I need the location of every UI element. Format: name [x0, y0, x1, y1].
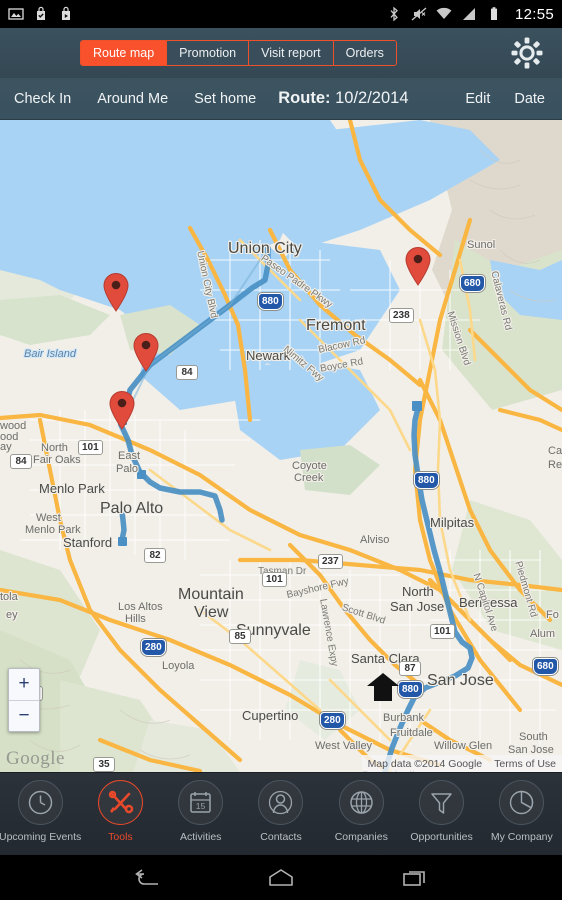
back-button[interactable] — [130, 865, 164, 891]
svg-text:15: 15 — [196, 801, 206, 811]
tab-orders[interactable]: Orders — [333, 41, 396, 65]
app-root: 12:55 Route map Promotion Visit report O… — [0, 0, 562, 900]
mute-icon — [411, 7, 427, 21]
piechart-icon — [510, 790, 534, 815]
edit-button[interactable]: Edit — [465, 91, 490, 107]
tab-route-map[interactable]: Route map — [81, 41, 168, 65]
highway-shield: 84 — [176, 365, 198, 380]
highway-shield: 880 — [414, 472, 439, 489]
google-watermark: Google — [6, 748, 65, 769]
globe-icon — [350, 791, 373, 814]
nav-icon-wrapper — [97, 780, 143, 825]
checkbox-bag-icon — [37, 6, 45, 20]
nav-item-upcoming-events[interactable]: Upcoming Events — [0, 780, 82, 843]
nav-icon-wrapper: 15 — [178, 780, 224, 825]
nav-item-contacts[interactable]: Contacts — [242, 780, 320, 843]
home-button[interactable] — [264, 865, 298, 891]
map-zoom-controls[interactable]: + − — [8, 668, 40, 732]
wifi-icon — [436, 7, 452, 19]
highway-shield: 680 — [533, 658, 558, 675]
nav-label: Activities — [179, 831, 222, 843]
action-bar: Check In Around Me Set home Route: 10/2/… — [0, 78, 562, 120]
highway-shield: 35 — [93, 757, 115, 772]
nav-icon-wrapper — [258, 780, 304, 825]
nav-label: Tools — [108, 831, 133, 843]
zoom-in-button[interactable]: + — [9, 669, 39, 701]
route-stop-pin-1[interactable] — [102, 272, 130, 312]
back-icon — [135, 868, 158, 885]
highway-shield: 280 — [320, 712, 345, 729]
recents-icon — [403, 870, 425, 886]
nav-item-companies[interactable]: Companies — [322, 780, 400, 843]
tab-visit-report[interactable]: Visit report — [249, 41, 334, 65]
status-clock: 12:55 — [514, 5, 554, 23]
clock-icon — [28, 790, 52, 815]
gear-icon — [511, 37, 543, 69]
route-stop-pin-4[interactable] — [404, 246, 432, 286]
route-title-date: 10/2/2014 — [335, 89, 409, 107]
segmented-control: Route map Promotion Visit report Orders — [80, 40, 397, 66]
zoom-out-button[interactable]: − — [9, 701, 39, 732]
terms-of-use-link[interactable]: Terms of Use — [494, 758, 556, 770]
home-icon — [269, 868, 293, 886]
nav-item-opportunities[interactable]: Opportunities — [403, 780, 481, 843]
highway-shield: 85 — [229, 629, 251, 644]
settings-button[interactable] — [510, 36, 544, 70]
set-home-button[interactable]: Set home — [194, 91, 256, 107]
home-marker-icon[interactable] — [366, 672, 400, 702]
nav-icon-wrapper — [338, 780, 384, 825]
status-bar: 12:55 — [0, 0, 562, 28]
highway-shield: 238 — [389, 308, 414, 323]
nav-icon-wrapper — [419, 780, 465, 825]
nav-label: Contacts — [260, 831, 302, 843]
android-navigation-bar — [0, 855, 562, 900]
bottom-nav-bar: Upcoming Events Tools 15 Activities Cont… — [0, 772, 562, 855]
route-title: Route: 10/2/2014 — [278, 89, 408, 108]
person-icon — [269, 790, 293, 815]
highway-shield: 84 — [10, 454, 32, 469]
map-canvas[interactable]: Union City Fremont Newark Sunol Milpitas… — [0, 120, 562, 772]
nav-label: Upcoming Events — [0, 831, 82, 843]
highway-shield: 880 — [258, 293, 283, 310]
highway-shield: 237 — [318, 554, 343, 569]
battery-icon — [490, 7, 497, 20]
around-me-button[interactable]: Around Me — [97, 91, 168, 107]
map-attribution: Map data ©2014 Google Terms of Use — [361, 755, 562, 772]
route-stop-pin-2[interactable] — [132, 332, 160, 372]
highway-shield: 87 — [399, 661, 421, 676]
highway-shield: 280 — [141, 639, 166, 656]
nav-icon-wrapper — [17, 780, 63, 825]
highway-shield: 880 — [398, 681, 423, 698]
route-stop-pin-3[interactable] — [108, 390, 136, 430]
route-title-label: Route: — [278, 89, 331, 107]
map-data-attribution: Map data ©2014 Google — [367, 757, 483, 770]
nav-item-activities[interactable]: 15 Activities — [162, 780, 240, 843]
bluetooth-icon — [390, 6, 398, 22]
highway-shield: 101 — [430, 624, 455, 639]
nav-label: Companies — [334, 831, 388, 843]
tools-icon — [108, 790, 134, 814]
highway-shield: 101 — [262, 572, 287, 587]
recents-button[interactable] — [398, 865, 432, 891]
play-store-icon — [62, 6, 70, 20]
status-bar-right-icons: 12:55 — [386, 6, 554, 23]
nav-label: My Company — [490, 831, 553, 843]
check-in-button[interactable]: Check In — [14, 91, 71, 107]
funnel-icon — [431, 793, 452, 814]
image-icon — [8, 8, 24, 20]
highway-shield: 101 — [78, 440, 103, 455]
nav-icon-wrapper — [499, 780, 545, 825]
highway-shield: 680 — [460, 275, 485, 292]
nav-label: Opportunities — [410, 831, 473, 843]
highway-shield: 82 — [144, 548, 166, 563]
status-bar-left-icons — [8, 6, 74, 22]
tab-bar: Route map Promotion Visit report Orders — [0, 28, 562, 78]
date-button[interactable]: Date — [514, 91, 545, 107]
nav-item-my-company[interactable]: My Company — [483, 780, 561, 843]
nav-item-tools[interactable]: Tools — [81, 780, 159, 843]
signal-icon — [462, 8, 475, 20]
tab-promotion[interactable]: Promotion — [167, 41, 250, 65]
calendar-icon: 15 — [190, 792, 211, 813]
